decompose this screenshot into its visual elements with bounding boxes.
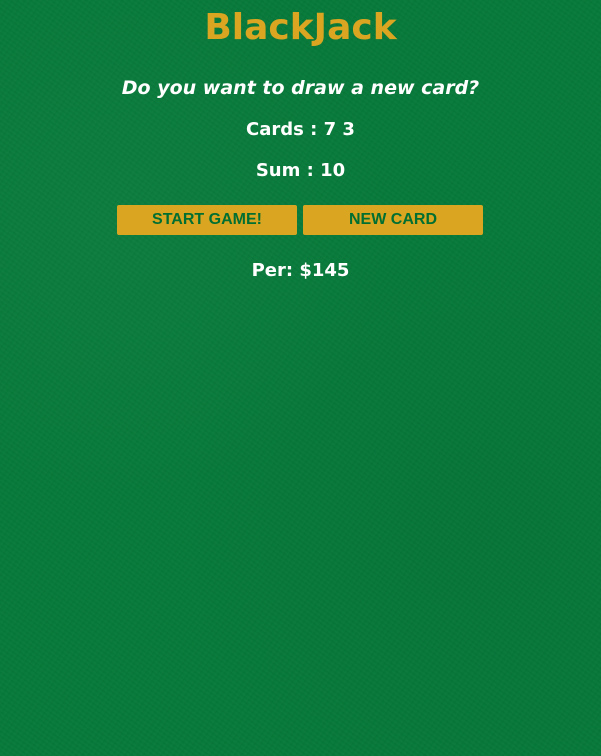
cards-display: Cards : 7 3 <box>0 118 601 142</box>
player-name: Per <box>251 260 286 281</box>
sum-display: Sum : 10 <box>0 159 601 183</box>
start-game-button[interactable]: START GAME! <box>117 205 297 235</box>
sum-value: 10 <box>320 160 346 181</box>
player-separator: : <box>285 260 300 281</box>
cards-values: 7 3 <box>323 119 355 140</box>
game-title: BlackJack <box>204 7 397 48</box>
player-chips-display: Per: $145 <box>0 259 601 283</box>
sum-label: Sum : <box>255 160 321 181</box>
player-chips: $145 <box>299 260 350 281</box>
game-message: Do you want to draw a new card? <box>121 77 480 99</box>
cards-label: Cards : <box>246 119 324 140</box>
new-card-button[interactable]: NEW CARD <box>303 205 483 235</box>
